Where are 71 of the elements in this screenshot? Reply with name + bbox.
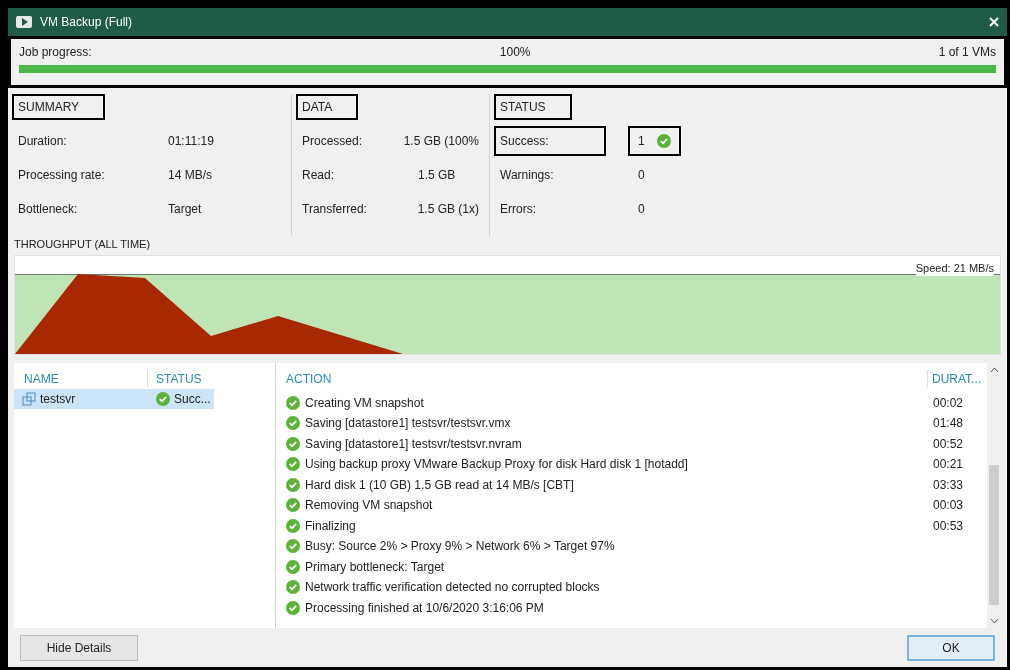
- action-text: Removing VM snapshot: [305, 497, 433, 515]
- success-check-icon: [286, 518, 300, 533]
- success-check-icon: [286, 580, 300, 595]
- success-check-icon: [286, 416, 300, 431]
- success-check-icon: [156, 391, 170, 406]
- duration-text: 00:02: [932, 394, 965, 412]
- stat-value: 1.5 GB: [417, 167, 457, 184]
- column-header[interactable]: STATUS: [148, 369, 202, 388]
- stat-label: Errors:: [499, 201, 537, 218]
- duration-text: 03:33: [932, 476, 965, 494]
- stat-label: Transferred:: [301, 201, 368, 218]
- duration-text: 00:52: [932, 435, 965, 453]
- vm-name: testsvr: [40, 390, 76, 408]
- stat-label: Processing rate:: [17, 167, 106, 184]
- success-check-icon: [286, 395, 300, 410]
- vm-icon: [22, 391, 36, 406]
- action-text: Finalizing: [305, 517, 356, 535]
- stat-label: Read:: [301, 167, 336, 184]
- action-text: Saving [datastore1] testsvr/testsvr.vmx: [305, 415, 511, 433]
- stat-value: 0: [637, 201, 646, 218]
- action-text: Processing finished at 10/6/2020 3:16:06 PM: [305, 599, 544, 617]
- stat-label: Bottleneck:: [17, 201, 79, 218]
- column-header[interactable]: NAME: [14, 369, 148, 388]
- play-icon: [16, 15, 32, 29]
- duration-text: 00:21: [932, 456, 965, 474]
- stat-value: 0: [637, 167, 646, 184]
- stat-value: 01:11:19: [167, 133, 215, 150]
- vm-status: Succ...: [174, 390, 211, 408]
- section-heading: SUMMARY: [12, 94, 106, 120]
- action-text: Using backup proxy VMware Backup Proxy for disk Hard disk 1 [hotadd]: [305, 456, 688, 474]
- duration-text: 00:03: [932, 497, 965, 515]
- action-text: Primary bottleneck: Target: [305, 558, 445, 576]
- action-text: Creating VM snapshot: [305, 394, 424, 412]
- success-check-icon: [286, 600, 300, 615]
- success-check-icon: [286, 436, 300, 451]
- scroll-up-icon[interactable]: [989, 366, 999, 373]
- vm-row[interactable]: testsvr Succ...: [14, 388, 214, 409]
- scroll-thumb[interactable]: [989, 465, 999, 606]
- success-check-icon: [286, 477, 300, 492]
- stat-value: Target: [167, 201, 203, 218]
- window-title: VM Backup (Full): [40, 14, 133, 31]
- progress-count: 1 of 1 VMs: [938, 44, 996, 61]
- success-check-icon: [286, 457, 300, 472]
- close-icon[interactable]: [989, 17, 999, 27]
- success-check-icon: [656, 134, 671, 148]
- action-text: Network traffic verification detected no corrupted blocks: [305, 579, 600, 597]
- stat-value: 1.5 GB (100%: [402, 133, 480, 150]
- stat-label: Duration:: [17, 133, 68, 150]
- stat-label: Processed:: [301, 133, 364, 150]
- duration-text: 01:48: [932, 415, 965, 433]
- duration-text: 00:53: [932, 517, 965, 535]
- success-check-icon: [286, 498, 300, 513]
- column-header[interactable]: ACTION: [286, 369, 927, 388]
- action-text: Saving [datastore1] testsvr/testsvr.nvram: [305, 435, 522, 453]
- progress-percent: 100%: [499, 44, 531, 61]
- action-text: Hard disk 1 (10 GB) 1.5 GB read at 14 MB/s [CBT]: [305, 476, 574, 494]
- stat-value: 1.5 GB (1x): [416, 201, 480, 218]
- ok-button[interactable]: OK: [907, 634, 995, 661]
- success-check-icon: [286, 539, 300, 554]
- stat-value: 14 MB/s: [167, 167, 213, 184]
- throughput-title: THROUGHPUT (ALL TIME): [14, 237, 152, 252]
- action-text: Busy: Source 2% > Proxy 9% > Network 6% > Target 97%: [305, 538, 615, 556]
- stat-value: 1: [628, 126, 681, 156]
- scroll-down-icon[interactable]: [989, 618, 999, 624]
- stat-label: Success:: [494, 126, 606, 156]
- section-heading: STATUS: [494, 94, 572, 120]
- progress-label: Job progress:: [19, 44, 92, 61]
- stat-label: Warnings:: [499, 167, 555, 184]
- section-heading: DATA: [296, 94, 359, 120]
- success-check-icon: [286, 559, 300, 574]
- hide-details-button[interactable]: Hide Details: [20, 634, 138, 661]
